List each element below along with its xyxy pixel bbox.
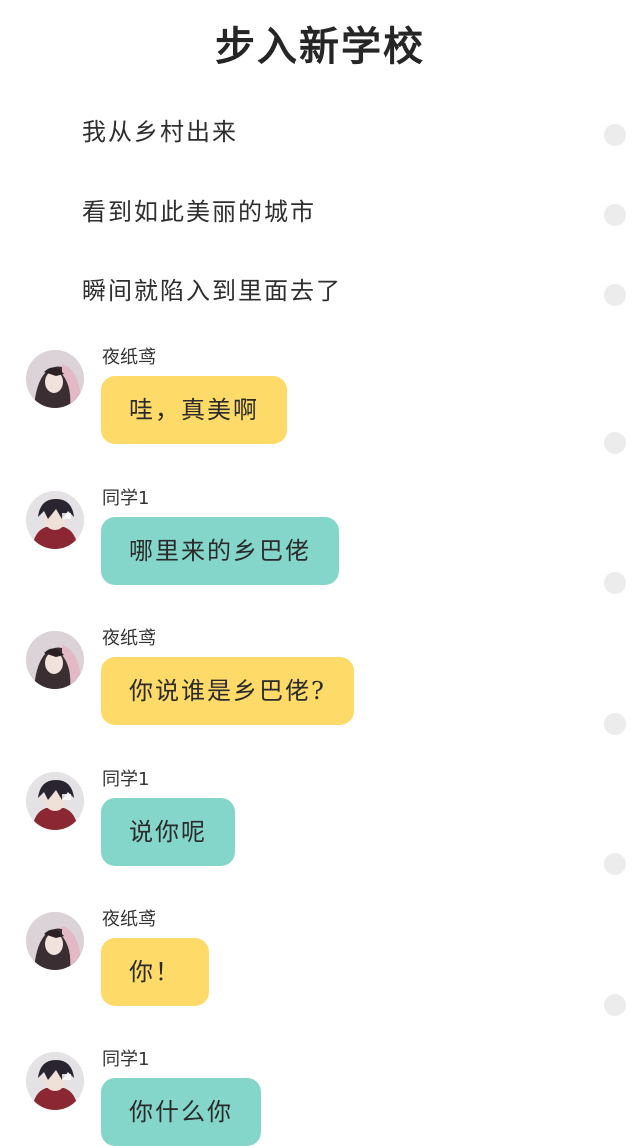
chat-bubble[interactable]: 哇，真美啊 [101, 376, 287, 444]
message-marker-dot[interactable] [604, 713, 626, 735]
message-marker-dot[interactable] [604, 432, 626, 454]
speaker-name: 夜纸鸢 [102, 347, 156, 368]
boy-avatar-icon[interactable] [26, 1052, 84, 1110]
narration-marker-dot[interactable] [604, 284, 626, 306]
chat-bubble[interactable]: 你说谁是乡巴佬? [101, 657, 354, 725]
message-marker-dot[interactable] [604, 994, 626, 1016]
speaker-name: 夜纸鸢 [102, 909, 156, 930]
chat-bubble[interactable]: 你！ [101, 938, 209, 1006]
speaker-name: 夜纸鸢 [102, 628, 156, 649]
girl-avatar-icon[interactable] [26, 912, 84, 970]
chat-bubble[interactable]: 哪里来的乡巴佬 [101, 517, 339, 585]
narration-line: 看到如此美丽的城市 [82, 198, 316, 226]
boy-avatar-icon[interactable] [26, 772, 84, 830]
narration-marker-dot[interactable] [604, 124, 626, 146]
boy-avatar-icon[interactable] [26, 491, 84, 549]
narration-line: 瞬间就陷入到里面去了 [82, 277, 342, 305]
narration-marker-dot[interactable] [604, 204, 626, 226]
chat-bubble[interactable]: 说你呢 [101, 798, 235, 866]
girl-avatar-icon[interactable] [26, 631, 84, 689]
narration-line: 我从乡村出来 [82, 118, 238, 146]
page-title: 步入新学校 [215, 23, 425, 70]
speaker-name: 同学1 [102, 1049, 150, 1070]
girl-avatar-icon[interactable] [26, 350, 84, 408]
message-marker-dot[interactable] [604, 853, 626, 875]
message-marker-dot[interactable] [604, 572, 626, 594]
chat-bubble[interactable]: 你什么你 [101, 1078, 261, 1146]
speaker-name: 同学1 [102, 488, 150, 509]
speaker-name: 同学1 [102, 769, 150, 790]
